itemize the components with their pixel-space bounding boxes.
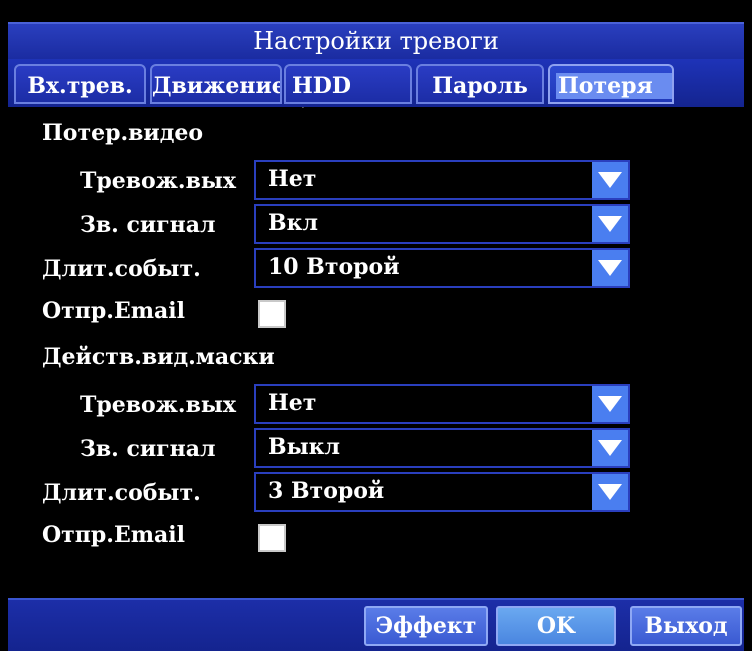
email-checkbox[interactable] — [258, 524, 286, 552]
chevron-down-icon[interactable] — [592, 386, 628, 422]
section-heading-video-loss: Потер.видео — [42, 120, 204, 146]
tab-label: Пароль — [432, 73, 528, 99]
email-checkbox[interactable] — [258, 300, 286, 328]
window-title: Настройки тревоги — [8, 22, 744, 60]
tab-motion[interactable]: Движение — [150, 64, 282, 104]
tab-label: HDD — [292, 73, 351, 99]
buzzer-label: Зв. сигнал — [80, 436, 216, 462]
duration-select[interactable]: 3 Второй — [254, 472, 630, 512]
alarm-out-label: Тревож.вых — [80, 392, 237, 418]
alarm-out-select[interactable]: Нет — [254, 160, 630, 200]
select-value: Выкл — [268, 434, 341, 460]
effect-button[interactable]: Эффект — [364, 606, 488, 646]
alarm-settings-screen: Настройки тревоги Вх.трев. Движение HDD … — [0, 0, 752, 651]
duration-label: Длит.событ. — [42, 256, 201, 282]
tab-bar: Вх.трев. Движение HDD Пароль Потеря — [8, 59, 744, 107]
select-value: 3 Второй — [268, 478, 385, 504]
tab-password[interactable]: Пароль — [416, 64, 544, 104]
section-heading-video-mask: Действ.вид.маски — [42, 344, 275, 370]
select-value: 10 Второй — [268, 254, 400, 280]
tab-label: Потеря — [556, 73, 672, 99]
tab-label: Движение — [152, 73, 282, 99]
tab-video-loss[interactable]: Потеря — [548, 64, 674, 104]
settings-panel: Потер.видео Тревож.вых Нет Зв. сигнал Вк… — [8, 108, 744, 598]
footer-bar: Эффект OK Выход — [8, 598, 744, 651]
buzzer-select[interactable]: Вкл — [254, 204, 630, 244]
ok-button[interactable]: OK — [496, 606, 616, 646]
chevron-down-icon[interactable] — [592, 430, 628, 466]
duration-select[interactable]: 10 Второй — [254, 248, 630, 288]
select-value: Нет — [268, 390, 317, 416]
alarm-out-label: Тревож.вых — [80, 168, 237, 194]
tab-label: Вх.трев. — [27, 73, 133, 99]
tab-alarm-input[interactable]: Вх.трев. — [14, 64, 146, 104]
buzzer-select[interactable]: Выкл — [254, 428, 630, 468]
select-value: Нет — [268, 166, 317, 192]
chevron-down-icon[interactable] — [592, 250, 628, 286]
exit-button[interactable]: Выход — [630, 606, 742, 646]
chevron-down-icon[interactable] — [592, 206, 628, 242]
alarm-out-select[interactable]: Нет — [254, 384, 630, 424]
chevron-down-icon[interactable] — [592, 474, 628, 510]
select-value: Вкл — [268, 210, 318, 236]
duration-label: Длит.событ. — [42, 480, 201, 506]
buzzer-label: Зв. сигнал — [80, 212, 216, 238]
email-label: Отпр.Email — [42, 298, 185, 324]
tab-hdd[interactable]: HDD — [284, 64, 412, 104]
email-label: Отпр.Email — [42, 522, 185, 548]
chevron-down-icon[interactable] — [592, 162, 628, 198]
